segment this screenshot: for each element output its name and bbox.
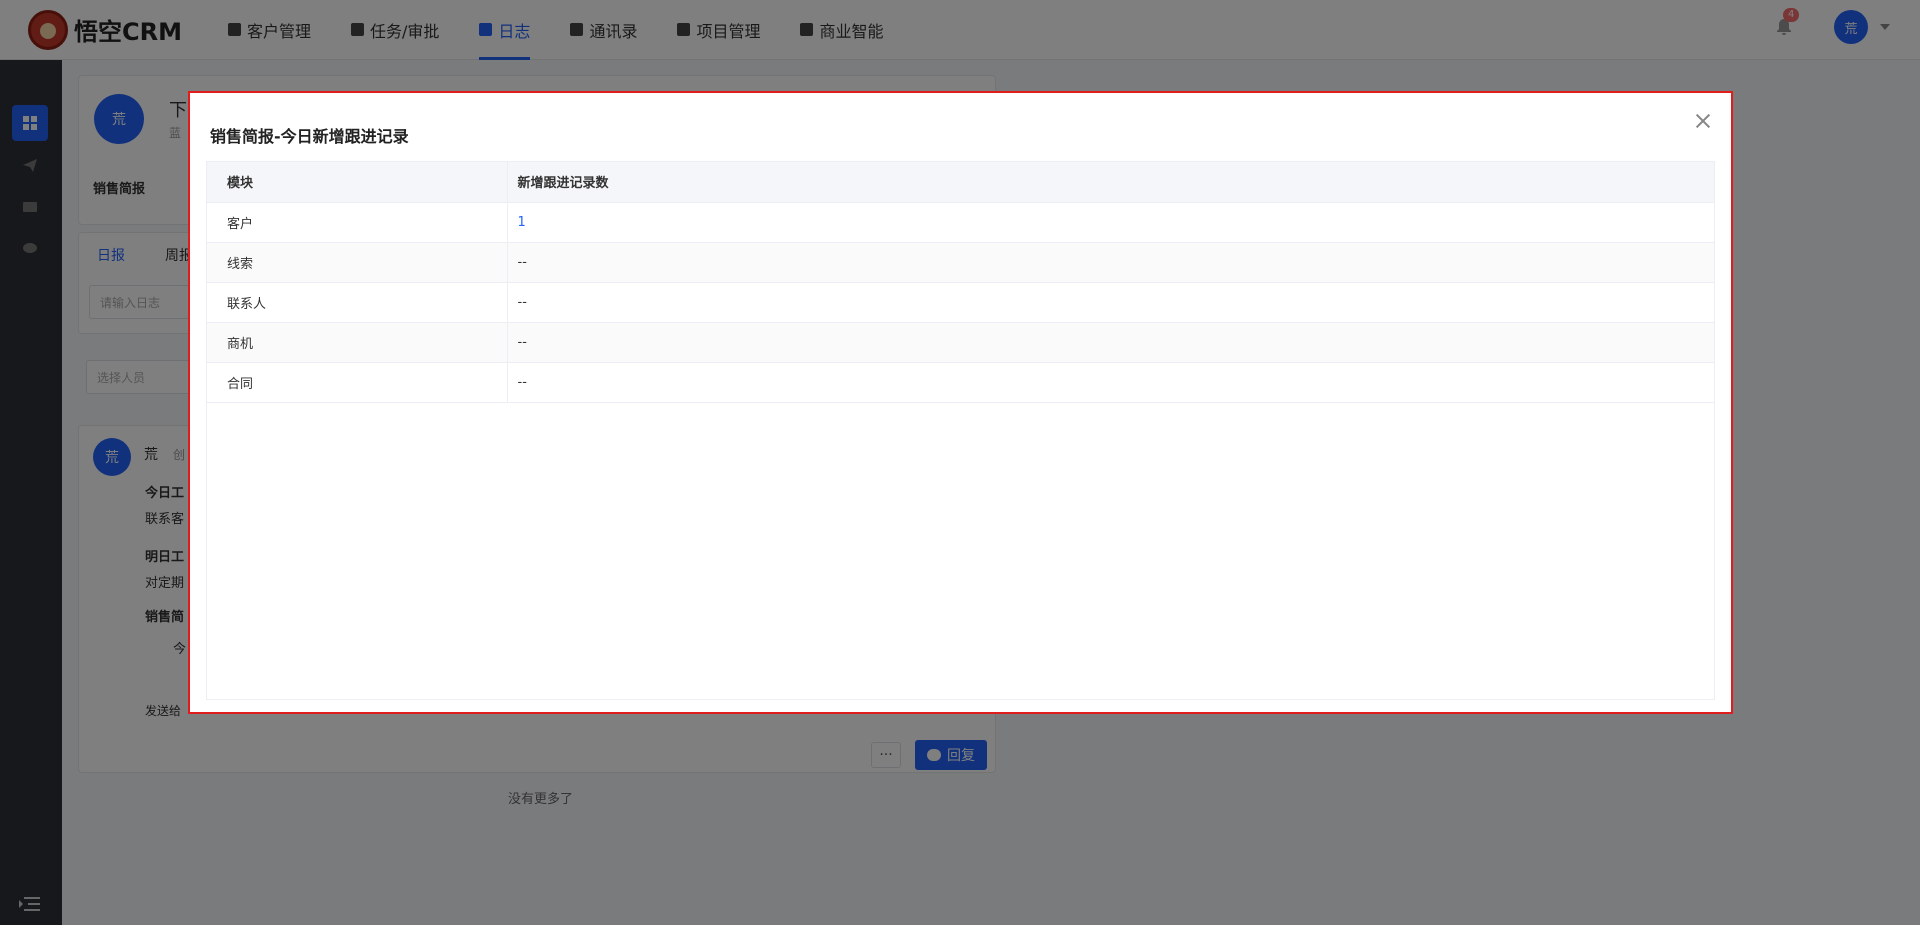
dialog-title: 销售简报-今日新增跟进记录 xyxy=(210,127,409,146)
count-cell: -- xyxy=(507,362,1714,403)
table-row: 联系人 -- xyxy=(207,282,1714,323)
close-icon[interactable] xyxy=(1693,111,1713,131)
table-row: 商机 -- xyxy=(207,322,1714,363)
module-cell: 商机 xyxy=(207,322,508,363)
count-cell: 1 xyxy=(507,202,1714,243)
sales-brief-dialog: 销售简报-今日新增跟进记录 模块 新增跟进记录数 客户 1 线索 -- 联系人 … xyxy=(188,91,1733,714)
module-cell: 客户 xyxy=(207,202,508,243)
count-cell: -- xyxy=(507,322,1714,363)
count-link[interactable]: 1 xyxy=(518,215,526,230)
count-cell: -- xyxy=(507,282,1714,323)
count-cell: -- xyxy=(507,242,1714,283)
module-cell: 合同 xyxy=(207,362,508,403)
followup-table: 模块 新增跟进记录数 客户 1 线索 -- 联系人 -- 商机 -- 合同 -- xyxy=(206,161,1715,700)
table-row: 线索 -- xyxy=(207,242,1714,283)
column-header-module: 模块 xyxy=(207,162,508,203)
table-header-row: 模块 新增跟进记录数 xyxy=(207,162,1714,203)
table-row: 合同 -- xyxy=(207,362,1714,403)
column-header-count: 新增跟进记录数 xyxy=(507,162,1714,203)
table-row: 客户 1 xyxy=(207,202,1714,243)
module-cell: 线索 xyxy=(207,242,508,283)
module-cell: 联系人 xyxy=(207,282,508,323)
